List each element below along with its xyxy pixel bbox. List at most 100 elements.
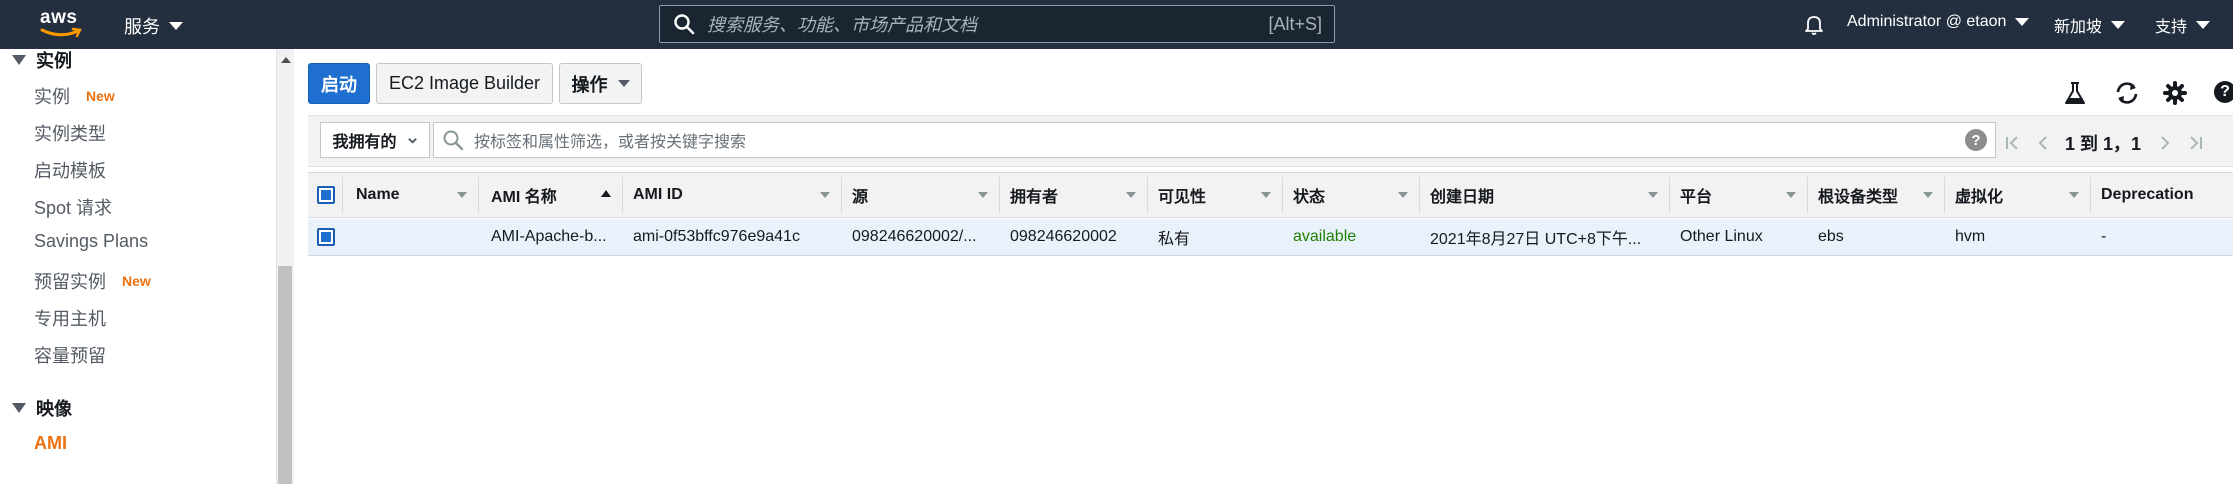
sidebar-item-reserved-instances[interactable]: 预留实例 New [34,268,151,294]
column-header-label: AMI 名称 [491,189,557,206]
support-menu-button[interactable]: 支持 [2155,13,2211,37]
image-builder-label: EC2 Image Builder [388,73,541,93]
column-header-created[interactable]: 创建日期 [1420,173,1670,217]
column-header-label: 状态 [1293,189,1326,206]
help-icon[interactable]: ? [2214,81,2233,103]
column-header-owner[interactable]: 拥有者 [1000,173,1148,217]
column-header-label: 可见性 [1158,189,1207,206]
previous-page-icon[interactable] [2033,133,2053,153]
region-label: 新加坡 [2054,19,2103,36]
sidebar-item-spot-requests[interactable]: Spot 请求 [34,194,112,220]
new-badge: New [86,88,115,104]
sort-caret-icon [1398,192,1408,198]
actions-dropdown-button[interactable]: 操作 [559,63,642,104]
caret-down-icon [2015,18,2030,26]
owner-filter-dropdown[interactable]: 我拥有的 [320,122,430,158]
ec2-image-builder-button[interactable]: EC2 Image Builder [376,63,553,104]
sidebar-item-label: Savings Plans [34,231,149,251]
aws-logo-text: aws [40,7,78,28]
filter-placeholder: 按标签和属性筛选，或者按关键字搜索 [474,134,747,151]
column-header-visibility[interactable]: 可见性 [1148,173,1283,217]
gear-icon[interactable] [2162,80,2188,106]
last-page-icon[interactable] [2185,133,2205,153]
refresh-icon[interactable] [2114,80,2140,106]
table-header: Name AMI 名称 AMI ID 源 拥有者 可见性 状态 创建日期 平台 … [308,172,2233,218]
sidebar-item-label: AMI [34,433,67,453]
sort-ascending-icon [601,190,611,197]
sidebar-item-dedicated-hosts[interactable]: 专用主机 [34,305,106,331]
column-header-label: Name [356,186,400,203]
sidebar-item-label: Spot 请求 [34,198,113,218]
pagination: 1 到 1，1 [2003,130,2205,156]
sidebar-item-label: 容量预留 [34,346,106,366]
sidebar-section-label: 映像 [36,399,72,419]
next-page-icon[interactable] [2155,133,2175,153]
account-label: Administrator @ etaon [1847,13,2007,30]
search-placeholder: 搜索服务、功能、市场产品和文档 [707,15,977,35]
table-row[interactable]: AMI-Apache-b... ami-0f53bffc976e9a41c 09… [308,219,2233,256]
top-navigation-bar: aws 服务 搜索服务、功能、市场产品和文档 [Alt+S] Administr… [0,0,2233,49]
select-all-checkbox[interactable] [316,186,335,204]
cell-ami-name: AMI-Apache-b... [491,228,607,245]
filter-search-input[interactable]: 按标签和属性筛选，或者按关键字搜索 ? [433,122,1996,158]
sidebar-item-instance-types[interactable]: 实例类型 [34,120,106,146]
global-search-input[interactable]: 搜索服务、功能、市场产品和文档 [Alt+S] [659,5,1335,43]
flask-icon[interactable] [2062,80,2088,106]
sidebar-item-label: 实例类型 [34,124,106,144]
sort-caret-icon [1126,192,1136,198]
scroll-up-arrow-icon[interactable] [281,57,291,63]
sidebar: 实例 实例 New 实例类型 启动模板 Spot 请求 Savings Plan… [0,49,276,484]
services-label: 服务 [124,17,160,37]
cell-platform: Other Linux [1680,228,1763,245]
column-header-name[interactable]: Name [343,173,479,217]
expand-triangle-icon [12,403,26,413]
select-all-checkbox-cell[interactable] [308,173,343,217]
sidebar-scrollbar-thumb[interactable] [278,266,292,484]
sidebar-item-capacity-reservations[interactable]: 容量预留 [34,342,106,368]
help-icon[interactable]: ? [1965,129,1987,151]
sidebar-item-launch-templates[interactable]: 启动模板 [34,157,106,183]
search-icon [443,130,464,151]
sort-caret-icon [1923,192,1933,198]
cell-deprecation: - [2101,228,2107,245]
cell-root-device: ebs [1818,228,1844,245]
column-header-deprecation[interactable]: Deprecation [2091,173,2233,217]
sidebar-item-label: 实例 [34,87,70,107]
sidebar-item-ami[interactable]: AMI [34,433,67,454]
column-header-status[interactable]: 状态 [1283,173,1420,217]
new-badge: New [122,273,151,289]
column-header-virtualization[interactable]: 虚拟化 [1945,173,2091,217]
sort-caret-icon [978,192,988,198]
pagination-text: 1 到 1，1 [2065,134,2142,154]
first-page-icon[interactable] [2003,133,2023,153]
cell-created: 2021年8月27日 UTC+8下午... [1430,231,1642,248]
launch-button[interactable]: 启动 [308,63,370,104]
column-header-source[interactable]: 源 [842,173,1000,217]
column-header-platform[interactable]: 平台 [1670,173,1808,217]
region-menu-button[interactable]: 新加坡 [2054,13,2126,37]
expand-triangle-icon [12,55,26,65]
row-checkbox-cell[interactable] [308,219,343,255]
search-icon [674,14,695,35]
filter-bar: 我拥有的 按标签和属性筛选，或者按关键字搜索 ? 1 到 1，1 [308,115,2233,167]
services-menu-button[interactable]: 服务 [124,13,183,39]
sidebar-item-savings-plans[interactable]: Savings Plans [34,231,148,252]
column-header-ami-id[interactable]: AMI ID [623,173,842,217]
cell-name [343,219,479,255]
bell-icon[interactable] [1802,12,1826,36]
sidebar-section-instances[interactable]: 实例 [12,49,72,73]
column-header-label: 根设备类型 [1818,189,1899,206]
column-header-root-device[interactable]: 根设备类型 [1808,173,1945,217]
account-menu-button[interactable]: Administrator @ etaon [1847,13,2030,31]
column-header-label: 创建日期 [1430,189,1495,206]
aws-logo[interactable]: aws [40,8,86,42]
sidebar-item-instances[interactable]: 实例 New [34,83,115,109]
column-header-ami-name[interactable]: AMI 名称 [479,173,623,217]
column-header-label: 源 [852,189,869,206]
cell-virtualization: hvm [1955,228,1986,245]
column-header-label: 平台 [1680,189,1713,206]
row-checkbox[interactable] [316,228,335,246]
sidebar-section-images[interactable]: 映像 [12,395,72,421]
search-shortcut-hint: [Alt+S] [1268,13,1322,34]
cell-source: 098246620002/... [852,228,977,245]
